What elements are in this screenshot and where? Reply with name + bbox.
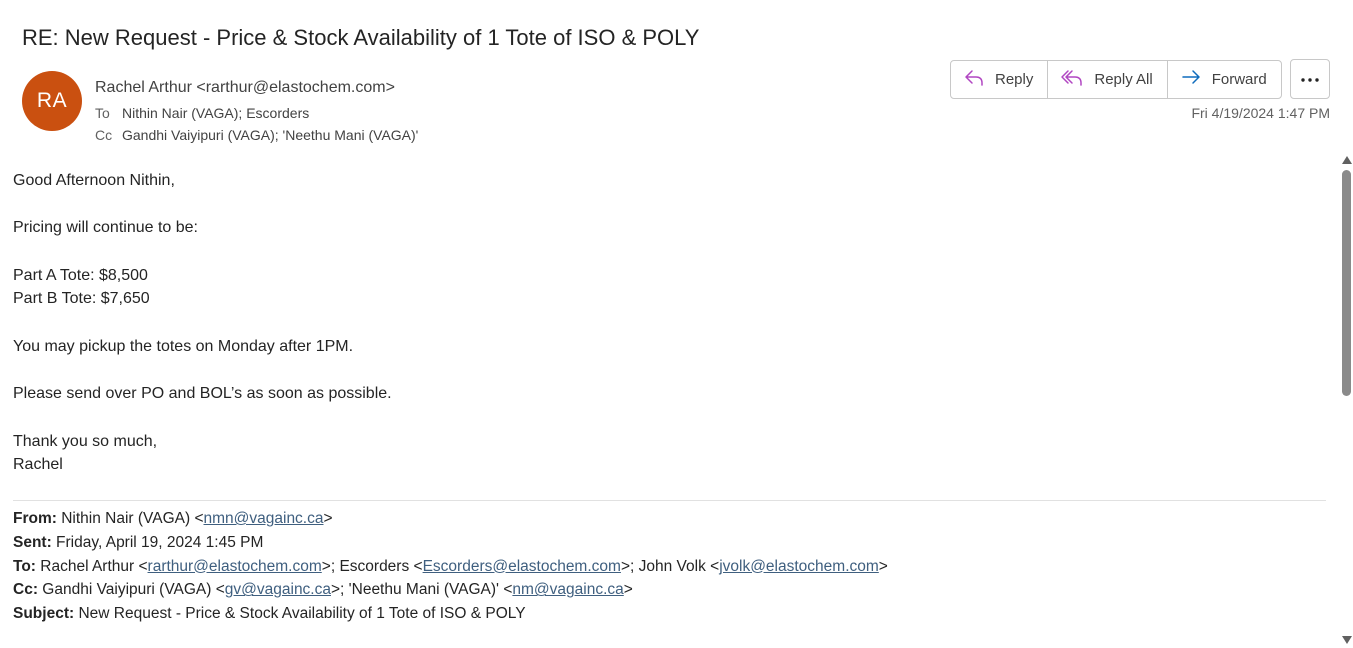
email-link[interactable]: jvolk@elastochem.com xyxy=(719,558,879,575)
to-recipients[interactable]: Nithin Nair (VAGA); Escorders xyxy=(122,105,309,121)
quoted-header: From: Nithin Nair (VAGA) <nmn@vagainc.ca… xyxy=(13,507,888,626)
cc-recipients[interactable]: Gandhi Vaiyipuri (VAGA); 'Neethu Mani (V… xyxy=(122,127,418,143)
message-body: Good Afternoon Nithin, Pricing will cont… xyxy=(13,169,1326,477)
email-link[interactable]: Escorders@elastochem.com xyxy=(423,558,621,575)
signature: Rachel xyxy=(13,456,63,474)
reply-all-label: Reply All xyxy=(1094,71,1153,88)
email-subject: RE: New Request - Price & Stock Availabi… xyxy=(22,25,700,50)
email-link[interactable]: nm@vagainc.ca xyxy=(512,581,623,598)
price-part-a: Part A Tote: $8,500 xyxy=(13,266,148,284)
scrollbar-thumb[interactable] xyxy=(1342,170,1351,396)
reply-all-button[interactable]: Reply All xyxy=(1047,61,1166,98)
reply-button[interactable]: Reply xyxy=(951,61,1047,98)
greeting: Good Afternoon Nithin, xyxy=(13,172,175,189)
scroll-up-arrow-icon[interactable] xyxy=(1342,156,1352,164)
scroll-down-arrow-icon[interactable] xyxy=(1342,636,1352,644)
price-part-b: Part B Tote: $7,650 xyxy=(13,290,150,308)
reply-actions: Reply Reply All Forward xyxy=(950,60,1282,99)
to-row: To Nithin Nair (VAGA); Escorders xyxy=(95,105,309,121)
email-link[interactable]: gv@vagainc.ca xyxy=(225,581,331,598)
body-line: Pricing will continue to be: xyxy=(13,219,198,237)
avatar[interactable]: RA xyxy=(22,71,82,131)
quoted-from: From: Nithin Nair (VAGA) <nmn@vagainc.ca… xyxy=(13,510,333,527)
email-link[interactable]: nmn@vagainc.ca xyxy=(204,510,324,527)
to-label: To xyxy=(95,105,110,121)
vertical-scrollbar[interactable] xyxy=(1340,150,1353,648)
email-link[interactable]: rarthur@elastochem.com xyxy=(148,558,322,575)
quoted-cc: Cc: Gandhi Vaiyipuri (VAGA) <gv@vagainc.… xyxy=(13,581,633,599)
more-actions-button[interactable] xyxy=(1290,59,1330,99)
quoted-sent: Sent: Friday, April 19, 2024 1:45 PM xyxy=(13,533,264,551)
reply-icon xyxy=(963,68,995,92)
forward-icon xyxy=(1180,68,1212,92)
thanks-line: Thank you so much, xyxy=(13,432,158,450)
quoted-to: To: Rachel Arthur <rarthur@elastochem.co… xyxy=(13,557,888,575)
cc-label: Cc xyxy=(95,127,113,143)
received-date: Fri 4/19/2024 1:47 PM xyxy=(1191,105,1330,121)
quoted-subject: Subject: New Request - Price & Stock Ava… xyxy=(13,605,526,623)
forward-label: Forward xyxy=(1211,71,1267,88)
sender-name[interactable]: Rachel Arthur <rarthur@elastochem.com> xyxy=(95,79,395,97)
reply-all-icon xyxy=(1060,68,1094,92)
cc-row: Cc Gandhi Vaiyipuri (VAGA); 'Neethu Mani … xyxy=(95,127,418,143)
forward-button[interactable]: Forward xyxy=(1166,61,1281,98)
request-line: Please send over PO and BOL’s as soon as… xyxy=(13,385,392,403)
reply-label: Reply xyxy=(995,71,1034,88)
pickup-line: You may pickup the totes on Monday after… xyxy=(13,337,354,355)
quote-divider xyxy=(13,500,1326,501)
ellipsis-icon xyxy=(1300,70,1320,88)
